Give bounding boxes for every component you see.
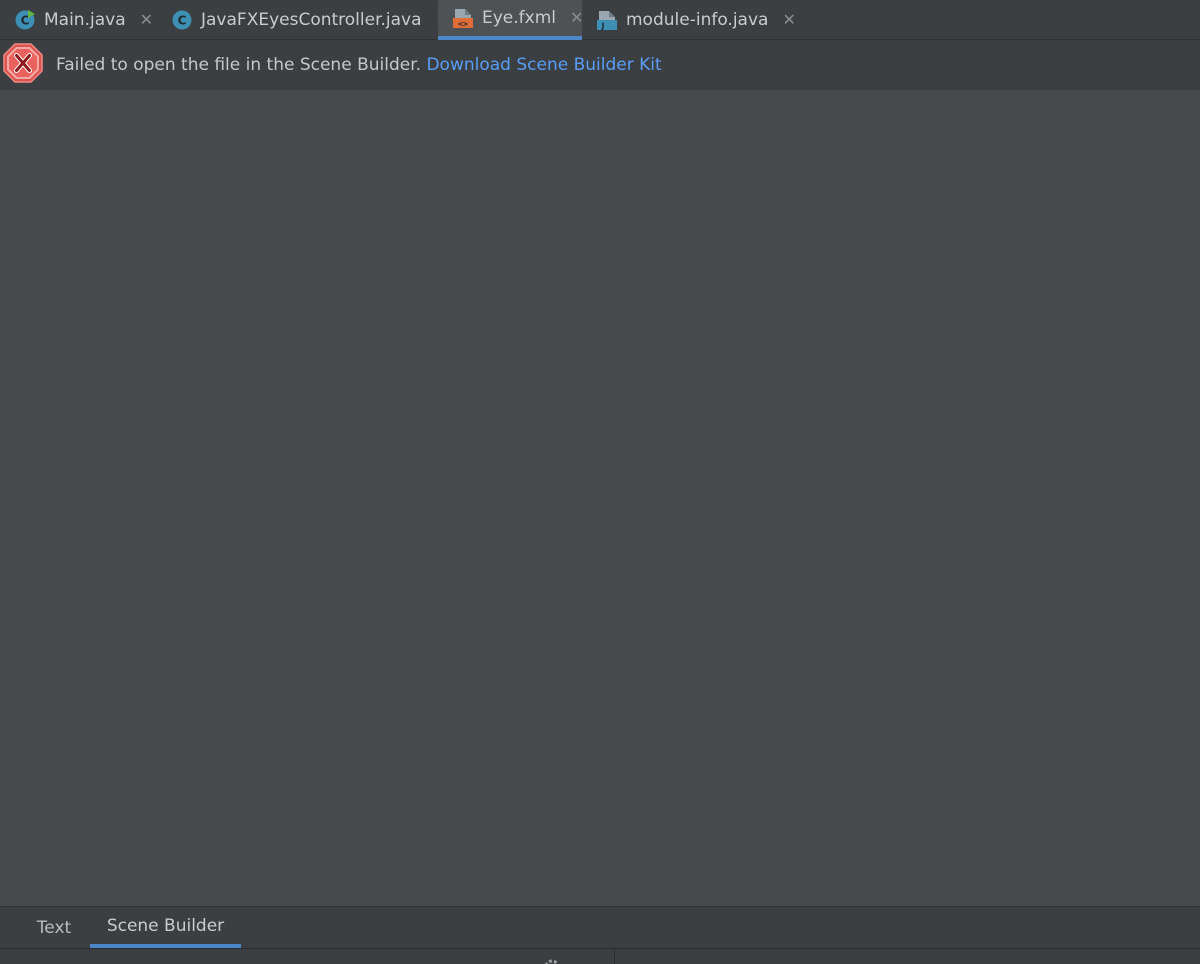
editor-tab-bar: C Main.java ✕ C JavaFXEyesController.jav… [0,0,1200,40]
tab-text-label: Text [36,917,72,938]
fxml-file-icon: <> [452,7,474,29]
svg-text:C: C [178,14,187,28]
tab-label: Main.java [44,10,126,30]
svg-text:<>: <> [458,20,468,29]
error-message-text: Failed to open the file in the Scene Bui… [56,55,427,75]
java-class-icon: C [171,9,193,31]
tab-eye-fxml[interactable]: <> Eye.fxml ✕ [438,0,583,40]
tab-label: JavaFXEyesController.java [201,10,422,30]
tab-module-info-java[interactable]: J module-info.java ✕ [582,0,802,40]
tool-window-strip [0,948,1200,964]
tab-javafxeyescontroller-java[interactable]: C JavaFXEyesController.java ✕ [157,0,449,40]
scene-builder-error-banner: Failed to open the file in the Scene Bui… [0,40,1200,90]
download-scene-builder-link[interactable]: Download Scene Builder Kit [426,55,661,75]
editor-mode-tabs: Text Scene Builder [0,906,1200,948]
tab-label: module-info.java [626,10,769,30]
gear-icon[interactable] [543,958,561,964]
java-class-run-icon: C [14,9,36,31]
svg-text:J: J [601,22,605,31]
tab-text[interactable]: Text [18,907,90,948]
error-message: Failed to open the file in the Scene Bui… [56,55,662,75]
module-info-icon: J [596,9,618,31]
tab-label: Eye.fxml [482,8,556,28]
close-icon[interactable]: ✕ [782,12,795,28]
tab-main-java[interactable]: C Main.java ✕ [0,0,157,40]
tab-scene-builder-label: Scene Builder [106,915,225,936]
ide-window: C Main.java ✕ C JavaFXEyesController.jav… [0,0,1200,964]
tab-scene-builder[interactable]: Scene Builder [90,907,241,948]
divider [614,949,615,964]
error-icon [2,42,44,84]
close-icon[interactable]: ✕ [140,12,153,28]
scene-builder-editor-area [0,90,1200,906]
